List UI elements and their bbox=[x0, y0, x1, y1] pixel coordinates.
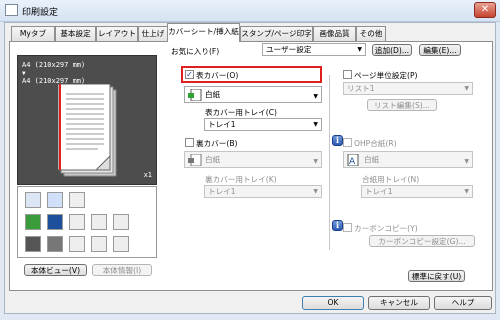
back-cover-tray-label: 裏カバー用トレイ(K) bbox=[205, 175, 277, 184]
output-icon[interactable] bbox=[91, 236, 107, 252]
back-cover-label: 裏カバー(B) bbox=[196, 139, 238, 148]
ohp-tray-value: トレイ1 bbox=[365, 187, 393, 196]
chevron-down-icon: ▼ bbox=[464, 158, 469, 165]
tray-icon[interactable] bbox=[25, 192, 41, 208]
offset-icon[interactable] bbox=[113, 236, 129, 252]
tab-other[interactable]: その他 bbox=[356, 26, 386, 41]
tab-layout[interactable]: レイアウト bbox=[96, 26, 138, 41]
chevron-down-icon: ▼ bbox=[464, 85, 469, 92]
ohp-tray-select[interactable]: トレイ1 ▼ bbox=[361, 185, 473, 198]
back-cover-paper-value: 白紙 bbox=[205, 155, 221, 164]
page-stack-icon bbox=[58, 84, 117, 177]
tab-cover-insert[interactable]: カバーシート/挿入紙 bbox=[167, 23, 240, 42]
per-page-label: ページ単位設定(P) bbox=[354, 71, 418, 80]
duplex-icon[interactable] bbox=[47, 192, 63, 208]
ohp-checkbox[interactable] bbox=[343, 138, 352, 147]
front-cover-tray-select[interactable]: トレイ1 ▼ bbox=[204, 118, 322, 131]
restore-defaults-button[interactable]: 標準に戻す(U) bbox=[408, 270, 465, 282]
ok-button[interactable]: OK bbox=[302, 296, 364, 310]
tab-image-quality[interactable]: 画像品質 bbox=[313, 26, 356, 41]
front-cover-label: 表カバー(O) bbox=[196, 71, 239, 80]
front-cover-paper-select[interactable]: 白紙 ▼ bbox=[184, 86, 322, 103]
tab-label: レイアウト bbox=[98, 29, 136, 38]
favorites-add-button[interactable]: 追加(D)... bbox=[372, 44, 412, 56]
tab-finishing[interactable]: 仕上げ bbox=[138, 26, 168, 41]
ohp-label: OHP合紙(R) bbox=[354, 139, 397, 148]
edit-list-button[interactable]: リスト編集(S)... bbox=[367, 99, 437, 111]
carbon-copy-checkbox[interactable] bbox=[343, 223, 352, 232]
column-divider bbox=[329, 75, 330, 250]
tab-label: 画像品質 bbox=[319, 29, 350, 38]
tab-label: Myタブ bbox=[19, 29, 47, 38]
finisher-icon[interactable] bbox=[25, 236, 41, 252]
stamp-icon[interactable] bbox=[69, 236, 85, 252]
paper-icon bbox=[188, 89, 202, 101]
printer-icon bbox=[5, 4, 18, 16]
per-page-list-select[interactable]: リスト1 ▼ bbox=[343, 82, 473, 95]
tab-label: スタンプ/ページ印字 bbox=[241, 29, 312, 38]
ohp-paper-value: 白紙 bbox=[364, 155, 380, 164]
paper-icon: A bbox=[347, 154, 359, 166]
back-cover-tray-value: トレイ1 bbox=[208, 187, 236, 196]
tab-basic[interactable]: 基本設定 bbox=[55, 26, 96, 41]
back-cover-checkbox[interactable] bbox=[185, 138, 194, 147]
user-icon[interactable] bbox=[47, 236, 63, 252]
favorites-edit-button[interactable]: 編集(E)... bbox=[419, 44, 461, 56]
chevron-down-icon: ▼ bbox=[313, 121, 318, 128]
info-icon[interactable]: i bbox=[332, 220, 343, 231]
title-bar: 印刷設定 ✕ bbox=[0, 0, 500, 22]
help-button[interactable]: ヘルプ bbox=[434, 296, 492, 310]
ohp-paper-select[interactable]: A 白紙 ▼ bbox=[343, 151, 473, 168]
front-cover-paper-value: 白紙 bbox=[205, 90, 221, 99]
front-cover-checkbox[interactable]: ✓ bbox=[185, 70, 194, 79]
info-icon[interactable]: i bbox=[332, 135, 343, 146]
svg-text:A: A bbox=[349, 157, 356, 166]
tab-label: その他 bbox=[359, 29, 383, 38]
close-button[interactable]: ✕ bbox=[474, 2, 496, 18]
device-view-button[interactable]: 本体ビュー(V) bbox=[24, 264, 87, 276]
color-icon[interactable] bbox=[25, 214, 41, 230]
chevron-down-icon: ▼ bbox=[313, 158, 318, 165]
staple-icon[interactable] bbox=[69, 214, 85, 230]
per-page-checkbox[interactable] bbox=[343, 70, 352, 79]
fold-icon[interactable] bbox=[113, 214, 129, 230]
chevron-down-icon: ▼ bbox=[464, 188, 469, 195]
chevron-down-icon: ▼ bbox=[313, 93, 318, 100]
carbon-copy-label: カーボンコピー(Y) bbox=[354, 224, 418, 233]
chevron-down-icon: ▼ bbox=[313, 188, 318, 195]
cancel-button[interactable]: キャンセル bbox=[368, 296, 430, 310]
device-options-grid bbox=[17, 186, 157, 258]
paper-icon bbox=[188, 154, 202, 166]
back-cover-paper-select[interactable]: 白紙 ▼ bbox=[184, 151, 322, 168]
ohp-tray-label: 合紙用トレイ(N) bbox=[362, 175, 420, 184]
back-cover-tray-select[interactable]: トレイ1 ▼ bbox=[204, 185, 322, 198]
booklet-icon[interactable] bbox=[47, 214, 63, 230]
favorites-value: ユーザー設定 bbox=[266, 45, 312, 54]
front-cover-tray-label: 表カバー用トレイ(C) bbox=[205, 108, 277, 117]
window-title: 印刷設定 bbox=[22, 8, 59, 18]
favorites-select[interactable]: ユーザー設定 ▼ bbox=[262, 43, 366, 56]
copy-icon[interactable] bbox=[69, 192, 85, 208]
front-cover-tray-value: トレイ1 bbox=[208, 120, 236, 129]
paper-preview: A4 (210x297 mm) ▼ A4 (210x297 mm) x1 bbox=[17, 55, 157, 185]
device-info-button[interactable]: 本体情報(I) bbox=[92, 264, 152, 276]
preview-size-1: A4 (210x297 mm) bbox=[22, 61, 86, 69]
punch-icon[interactable] bbox=[91, 214, 107, 230]
per-page-list-value: リスト1 bbox=[347, 84, 375, 93]
tab-label: 基本設定 bbox=[60, 29, 91, 38]
preview-copy-count: x1 bbox=[143, 171, 152, 179]
tab-label: 仕上げ bbox=[141, 29, 165, 38]
tab-label: カバーシート/挿入紙 bbox=[168, 27, 239, 36]
tab-mytab[interactable]: Myタブ bbox=[11, 26, 55, 41]
favorites-label: お気に入り(F) bbox=[171, 47, 220, 56]
carbon-copy-settings-button[interactable]: カーボンコピー設定(G)... bbox=[369, 235, 475, 247]
tab-stamp[interactable]: スタンプ/ページ印字 bbox=[240, 26, 313, 41]
chevron-down-icon: ▼ bbox=[357, 46, 362, 53]
